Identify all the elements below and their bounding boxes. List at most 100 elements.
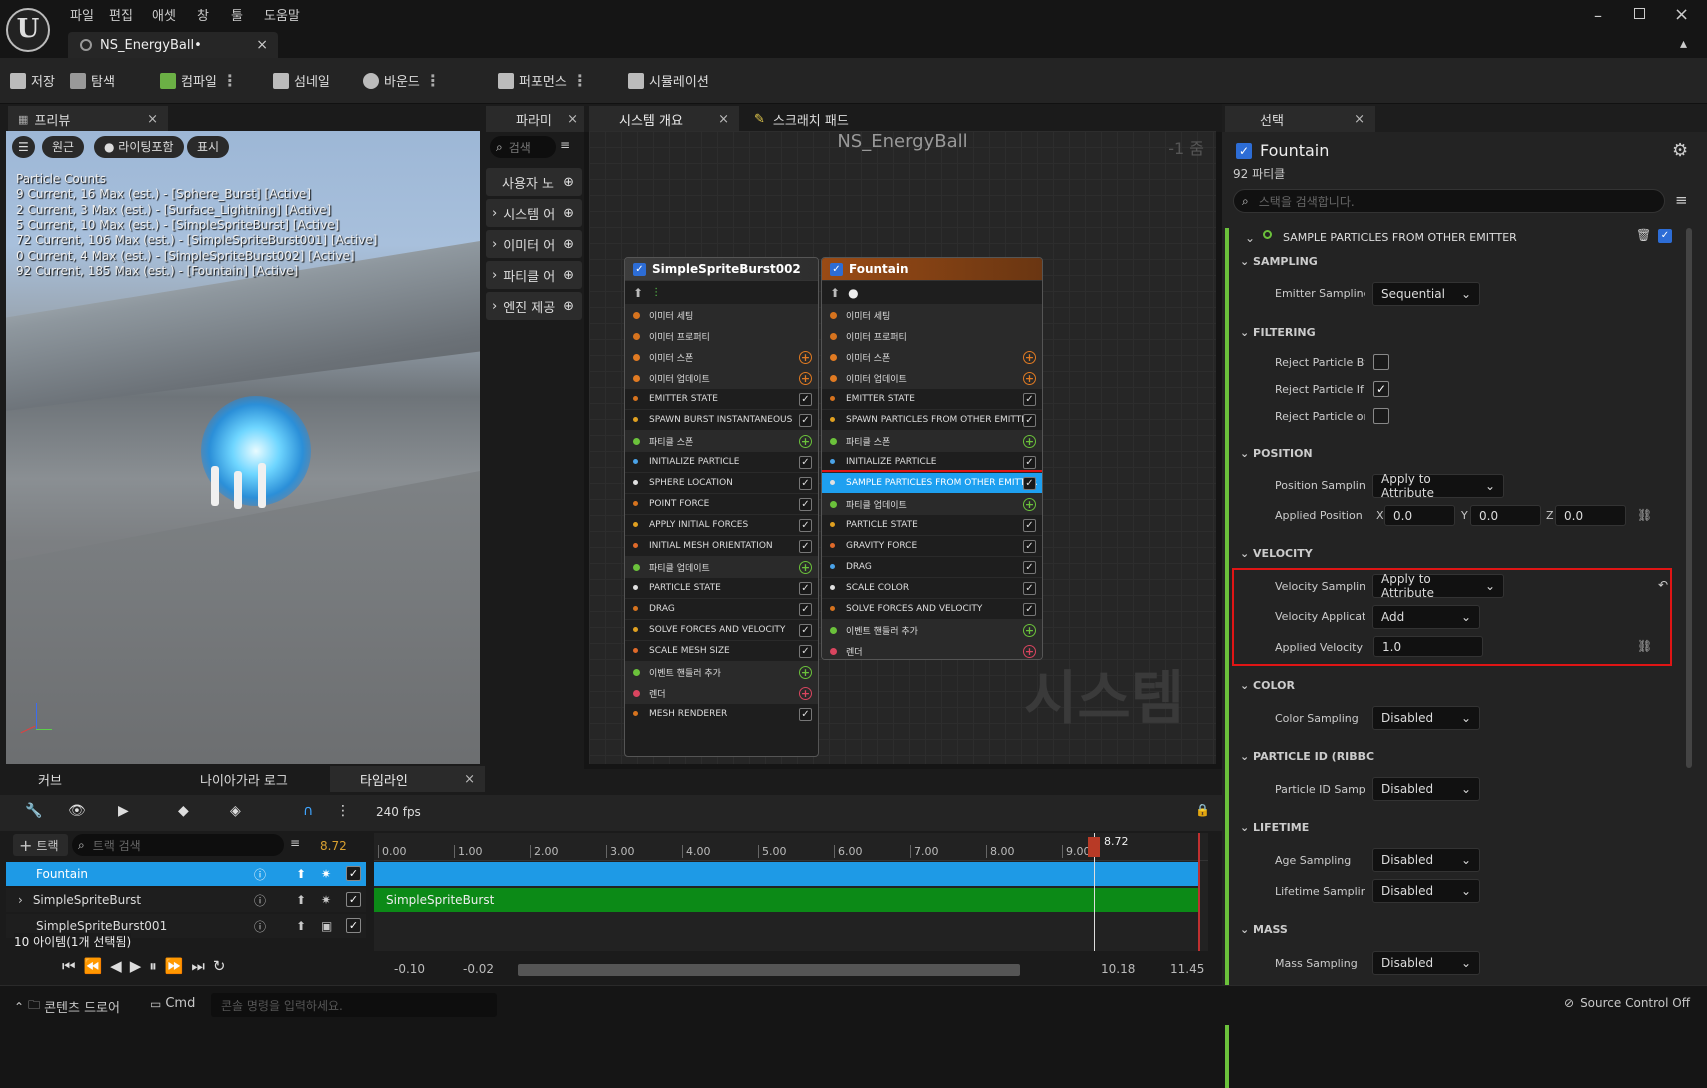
module-row[interactable]: 이벤트 핸들러 추가 + [625,661,818,682]
color-sampling-select[interactable]: Disabled ⌄ [1372,706,1480,730]
pin-icon[interactable]: ⬆ [830,286,840,300]
view-start[interactable]: -0.02 [463,962,494,976]
filter-icon[interactable]: ≡ [560,138,570,152]
playhead-handle[interactable] [1088,837,1100,857]
module-enable-checkbox[interactable]: ✓ [799,456,812,469]
unreal-logo[interactable]: U [6,8,50,52]
add-module-icon[interactable]: + [799,561,812,574]
module-enable-checkbox[interactable]: ✓ [1023,414,1036,427]
parameters-search-input[interactable]: ⌕ 검색 [490,136,556,158]
more-icon[interactable]: ⋮ [425,71,441,90]
velocity-application-select[interactable]: Add ⌄ [1372,605,1480,629]
module-row[interactable]: 이미터 프로퍼티 [822,325,1042,346]
minimize-icon[interactable]: – [1594,6,1602,25]
keyframe-icon[interactable]: ◆ [178,803,189,819]
learning-icon[interactable]: ▴ [1680,36,1687,52]
bounds-button[interactable]: 바운드 ⋮ [363,71,441,90]
menu-asset[interactable]: 애셋 [152,5,176,24]
position-x-input[interactable]: 0.0 [1384,505,1455,526]
emitter-enable-checkbox[interactable]: ✓ [1236,143,1252,159]
add-module-icon[interactable]: + [1023,435,1036,448]
system-overview-graph[interactable]: NS_EnergyBall -1 줌 시스템 ✓ SimpleSpriteBur… [589,131,1216,764]
age-sampling-select[interactable]: Disabled ⌄ [1372,848,1480,872]
module-row[interactable]: EMITTER STATE ✓ [822,388,1042,409]
link-icon[interactable]: ⛓ [1637,639,1652,653]
add-icon[interactable]: ⊕ [563,175,574,190]
perspective-button[interactable]: 원근 [42,136,85,158]
module-enable-checkbox[interactable]: ✓ [799,414,812,427]
section-filtering[interactable]: ⌄ FILTERING [1240,326,1316,339]
module-row[interactable]: 렌더 + [822,640,1042,659]
track-row-fountain[interactable]: Fountain ⓘ ⬆ ✷ ✓ [6,862,366,886]
module-row[interactable]: INITIAL MESH ORIENTATION ✓ [625,535,818,556]
menu-tools[interactable]: 툴 [231,5,243,24]
emitter-sampling-select[interactable]: Sequential ⌄ [1372,282,1480,306]
module-enable-checkbox[interactable]: ✓ [1658,229,1672,243]
section-lifetime[interactable]: ⌄ LIFETIME [1240,821,1309,834]
module-row[interactable]: 이미터 스폰 + [822,346,1042,367]
module-row[interactable]: MESH RENDERER ✓ [625,703,818,724]
module-enable-checkbox[interactable]: ✓ [799,708,812,721]
add-module-icon[interactable]: + [1023,624,1036,637]
node-header[interactable]: ✓ SimpleSpriteBurst002 [625,258,818,280]
tab-scratch-pad[interactable]: ✎ 스크래치 패드 [744,106,894,132]
section-mass[interactable]: ⌄ MASS [1240,923,1288,936]
tab-niagara-log[interactable]: 나이아가라 로그 [170,766,325,792]
eye-icon[interactable]: 👁 [68,803,86,819]
module-enable-checkbox[interactable]: ✓ [1023,540,1036,553]
range-start[interactable]: -0.10 [394,962,425,976]
position-z-input[interactable]: 0.0 [1555,505,1626,526]
document-tab[interactable]: NS_EnergyBall• × [68,32,278,58]
param-engine[interactable]: › 엔진 제공 ⊕ [486,292,582,320]
param-user[interactable]: 사용자 노 ⊕ [486,168,582,196]
node-enable-checkbox[interactable]: ✓ [633,262,646,276]
reject-on-checkbox[interactable] [1373,408,1389,424]
wrench-icon[interactable]: 🔧 [25,803,42,819]
details-scrollbar[interactable] [1686,228,1692,768]
source-control-button[interactable]: ⊘ Source Control Off [1564,996,1690,1010]
module-row[interactable]: 이미터 업데이트 + [625,367,818,388]
performance-button[interactable]: 퍼포먼스 ⋮ [498,71,588,90]
add-module-icon[interactable]: + [1023,498,1036,511]
cmd-button[interactable]: ▭ Cmd [150,996,195,1011]
thumbnail-button[interactable]: 섬네일 [273,71,330,90]
add-icon[interactable]: ⊕ [563,299,574,314]
add-module-icon[interactable]: + [799,372,812,385]
close-icon[interactable]: × [567,112,578,127]
trash-icon[interactable]: 🗑 [1636,228,1651,242]
position-y-input[interactable]: 0.0 [1470,505,1541,526]
module-row[interactable]: SCALE MESH SIZE ✓ [625,640,818,661]
module-enable-checkbox[interactable]: ✓ [799,624,812,637]
lighting-button[interactable]: ● 라이팅포함 [94,136,184,158]
module-row[interactable]: 이미터 세팅 [625,304,818,325]
menu-edit[interactable]: 편집 [109,5,133,24]
section-sampling[interactable]: ⌄ SAMPLING [1240,255,1318,268]
transport-controls[interactable]: ⏮⏪◀▶⏸⏩⏭↻ [62,957,234,975]
module-row[interactable]: SPAWN PARTICLES FROM OTHER EMITTER ✓ [822,409,1042,430]
track-search-input[interactable]: ⌕ 트랙 검색 [72,834,284,856]
add-module-icon[interactable]: + [1023,645,1036,658]
close-icon[interactable]: × [718,112,729,127]
simulation-button[interactable]: 시뮬레이션 [628,71,709,90]
param-emitter[interactable]: › 이미터 어 ⊕ [486,230,582,258]
particle-id-select[interactable]: Disabled ⌄ [1372,777,1480,801]
module-enable-checkbox[interactable]: ✓ [1023,603,1036,616]
module-enable-checkbox[interactable]: ✓ [1023,561,1036,574]
module-row[interactable]: 이미터 세팅 [822,304,1042,325]
module-row[interactable]: SAMPLE PARTICLES FROM OTHER EMITTER ✓ [822,470,1042,495]
node-enable-checkbox[interactable]: ✓ [830,262,843,276]
close-icon[interactable]: × [1354,112,1365,127]
module-row[interactable]: 파티클 스폰 + [625,430,818,451]
chevron-down-icon[interactable]: ⌄ [1245,231,1255,245]
menu-file[interactable]: 파일 [70,5,94,24]
section-color[interactable]: ⌄ COLOR [1240,679,1295,692]
compile-button[interactable]: 컴파일 ⋮ [160,71,238,90]
reject-if-checkbox[interactable]: ✓ [1373,381,1389,397]
tab-selection[interactable]: 선택 × [1225,106,1375,132]
module-enable-checkbox[interactable]: ✓ [799,603,812,616]
add-icon[interactable]: ⊕ [563,268,574,283]
snap-icon[interactable]: ∩ [303,803,313,819]
close-icon[interactable]: × [147,112,158,127]
module-enable-checkbox[interactable]: ✓ [1023,477,1036,490]
module-row[interactable]: 렌더 + [625,682,818,703]
